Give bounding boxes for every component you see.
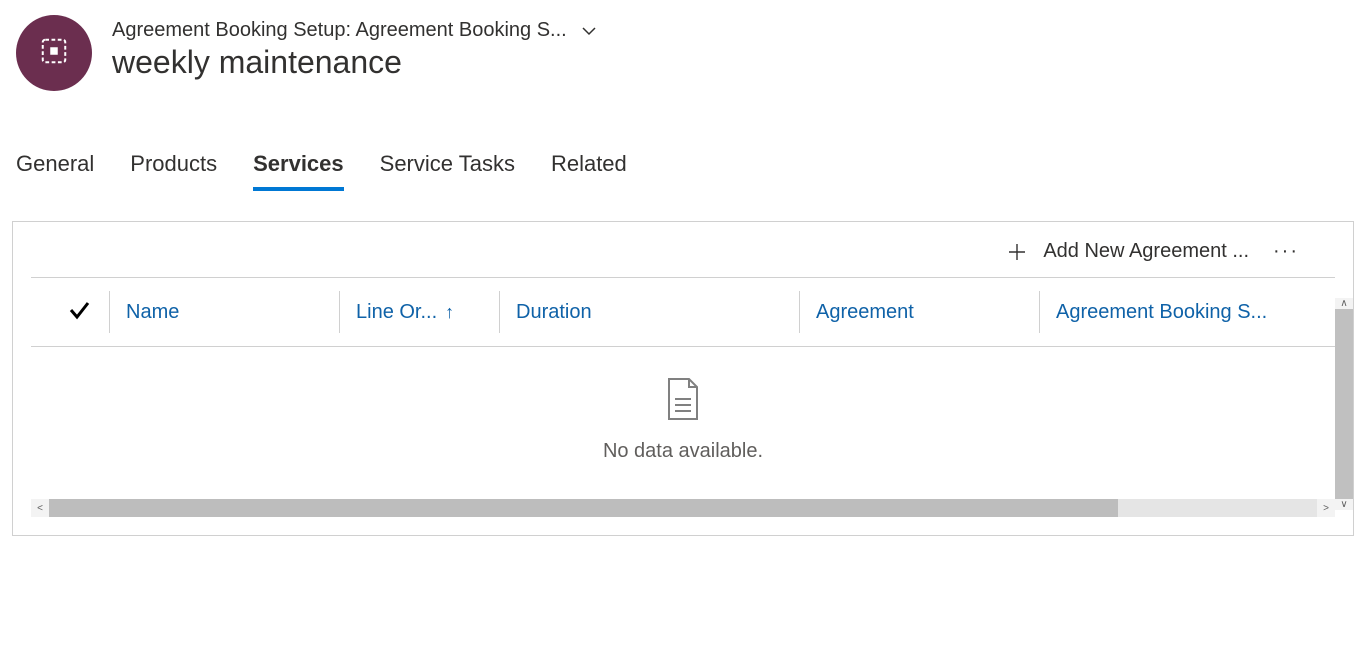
select-all-column[interactable] bbox=[49, 298, 109, 327]
services-grid-panel: Add New Agreement ... ··· Name Line Or..… bbox=[12, 221, 1354, 536]
tab-bar: General Products Services Service Tasks … bbox=[0, 91, 1366, 191]
breadcrumb-row[interactable]: Agreement Booking Setup: Agreement Booki… bbox=[112, 19, 597, 42]
tab-services[interactable]: Services bbox=[253, 151, 344, 191]
checkmark-icon bbox=[67, 298, 91, 327]
tab-related[interactable]: Related bbox=[551, 151, 627, 191]
booking-setup-icon bbox=[39, 36, 69, 71]
column-label: Agreement bbox=[816, 301, 914, 324]
tab-service-tasks[interactable]: Service Tasks bbox=[380, 151, 515, 191]
grid-body: No data available. bbox=[31, 347, 1335, 517]
tab-general[interactable]: General bbox=[16, 151, 94, 191]
add-new-label: Add New Agreement ... bbox=[1043, 240, 1249, 263]
scroll-down-arrow[interactable]: ∨ bbox=[1335, 499, 1353, 510]
more-icon: ··· bbox=[1273, 240, 1299, 262]
tab-products[interactable]: Products bbox=[130, 151, 217, 191]
scroll-thumb[interactable] bbox=[1335, 309, 1353, 499]
column-label: Agreement Booking S... bbox=[1056, 301, 1267, 324]
column-header-name[interactable]: Name bbox=[109, 291, 339, 333]
vertical-scrollbar[interactable]: ∧ ∨ bbox=[1335, 298, 1353, 499]
plus-icon bbox=[1007, 242, 1027, 262]
column-label: Line Or... bbox=[356, 301, 437, 324]
scroll-left-arrow[interactable]: < bbox=[31, 499, 49, 517]
grid-toolbar: Add New Agreement ... ··· bbox=[31, 234, 1335, 277]
grid-header-row: Name Line Or... ↑ Duration Agreement Agr… bbox=[31, 277, 1335, 347]
column-header-agreement[interactable]: Agreement bbox=[799, 291, 1039, 333]
breadcrumb: Agreement Booking Setup: Agreement Booki… bbox=[112, 19, 567, 42]
column-header-duration[interactable]: Duration bbox=[499, 291, 799, 333]
add-new-button[interactable]: Add New Agreement ... bbox=[1007, 240, 1249, 263]
scroll-up-arrow[interactable]: ∧ bbox=[1335, 298, 1353, 309]
header-text: Agreement Booking Setup: Agreement Booki… bbox=[112, 15, 597, 81]
column-label: Duration bbox=[516, 301, 592, 324]
horizontal-scrollbar[interactable]: < > bbox=[31, 499, 1335, 517]
arrow-up-icon: ↑ bbox=[445, 302, 454, 323]
scroll-right-arrow[interactable]: > bbox=[1317, 499, 1335, 517]
record-title: weekly maintenance bbox=[112, 44, 597, 81]
column-header-agreement-booking-setup[interactable]: Agreement Booking S... bbox=[1039, 291, 1335, 333]
chevron-down-icon[interactable] bbox=[581, 23, 597, 39]
column-label: Name bbox=[126, 301, 179, 324]
more-commands-button[interactable]: ··· bbox=[1267, 240, 1305, 263]
record-header: Agreement Booking Setup: Agreement Booki… bbox=[0, 0, 1366, 91]
scroll-thumb[interactable] bbox=[49, 499, 1118, 517]
empty-state: No data available. bbox=[31, 377, 1335, 463]
column-header-line-order[interactable]: Line Or... ↑ bbox=[339, 291, 499, 333]
file-icon bbox=[665, 377, 701, 426]
entity-badge bbox=[16, 15, 92, 91]
empty-message: No data available. bbox=[603, 440, 763, 463]
